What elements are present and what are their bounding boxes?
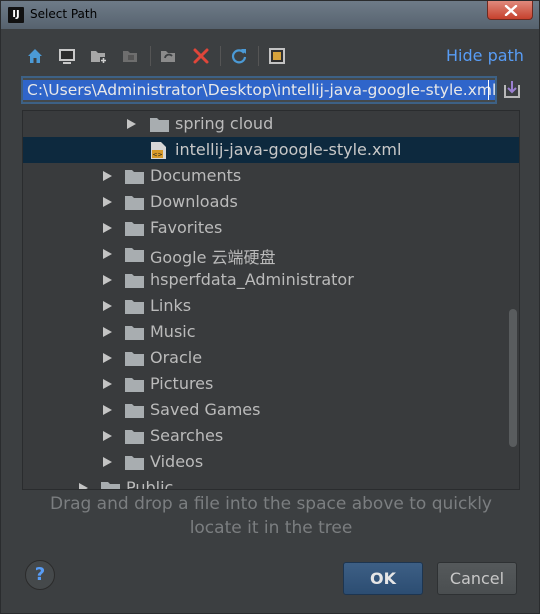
tree-item-label: Pictures <box>150 374 214 393</box>
tree-item-label: Oracle <box>150 348 203 367</box>
tree-item-label: Music <box>150 322 196 341</box>
tree-item-label: intellij-java-google-style.xml <box>175 140 402 159</box>
home-button[interactable] <box>23 43 47 69</box>
desktop-icon <box>59 49 75 64</box>
home-icon <box>28 49 42 63</box>
xml-file-icon: <> <box>151 142 166 159</box>
desktop-button[interactable] <box>55 43 79 69</box>
delete-button[interactable] <box>189 43 213 69</box>
expand-arrow-icon[interactable] <box>103 223 112 233</box>
tree-item-label: Searches <box>150 426 224 445</box>
window-title: Select Path <box>30 7 98 21</box>
folder-icon <box>125 352 144 366</box>
tree-row[interactable]: Documents <box>23 163 519 189</box>
svg-text:<>: <> <box>152 152 162 159</box>
tree-item-label: Links <box>150 296 192 315</box>
new-folder-button[interactable] <box>87 43 111 69</box>
tree-row[interactable]: Saved Games <box>23 397 519 423</box>
folder-icon <box>125 170 144 184</box>
show-hidden-icon <box>269 48 285 64</box>
folder-icon <box>125 248 144 262</box>
expand-arrow-icon[interactable] <box>103 379 112 389</box>
tree-row[interactable]: Pictures <box>23 371 519 397</box>
expand-arrow-icon[interactable] <box>103 249 112 259</box>
hint-line-1: Drag and drop a file into the space abov… <box>49 494 492 514</box>
toolbar-separator <box>220 46 221 66</box>
expand-arrow-icon[interactable] <box>79 483 88 489</box>
project-folder-button[interactable] <box>119 43 143 69</box>
expand-arrow-icon[interactable] <box>127 119 136 129</box>
intellij-app-icon: IJ <box>8 7 24 23</box>
path-input[interactable]: C:\Users\Administrator\Desktop\intellij-… <box>21 76 497 104</box>
expand-arrow-icon[interactable] <box>103 171 112 181</box>
refresh-icon <box>231 49 247 64</box>
tree-row[interactable]: Google 云端硬盘 <box>23 241 519 267</box>
file-tree[interactable]: spring cloud <> intellij-java-google-sty… <box>22 110 520 490</box>
folder-icon <box>125 326 144 340</box>
expand-arrow-icon[interactable] <box>103 275 112 285</box>
tree-row[interactable]: hsperfdata_Administrator <box>23 267 519 293</box>
text-caret <box>488 80 489 100</box>
delete-icon <box>193 48 209 64</box>
path-input-value: C:\Users\Administrator\Desktop\intellij-… <box>23 80 497 100</box>
select-path-dialog: IJ Select Path Hide path C:\Users\Admini… <box>0 0 540 614</box>
tree-row[interactable]: Favorites <box>23 215 519 241</box>
folder-refresh-button[interactable] <box>157 43 181 69</box>
tree-row[interactable]: Public <box>23 475 519 490</box>
folder-icon <box>125 274 144 288</box>
folder-icon <box>125 222 144 236</box>
expand-arrow-icon[interactable] <box>103 197 112 207</box>
folder-icon <box>125 404 144 418</box>
tree-item-label: hsperfdata_Administrator <box>150 270 354 289</box>
folder-refresh-icon <box>161 51 175 62</box>
drag-drop-hint: Drag and drop a file into the space abov… <box>1 492 540 540</box>
hint-line-2: locate it in the tree <box>189 518 353 538</box>
tree-item-label: Saved Games <box>150 400 261 419</box>
ok-button[interactable]: OK <box>343 562 423 595</box>
tree-item-label: Documents <box>150 166 242 185</box>
tree-row[interactable]: Searches <box>23 423 519 449</box>
folder-icon <box>125 300 144 314</box>
tree-scrollbar-thumb[interactable] <box>509 309 517 447</box>
tree-row[interactable]: Videos <box>23 449 519 475</box>
refresh-button[interactable] <box>227 43 251 69</box>
help-button[interactable]: ? <box>25 560 55 590</box>
expand-arrow-icon[interactable] <box>103 327 112 337</box>
title-bar: IJ Select Path <box>1 1 539 29</box>
expand-arrow-icon[interactable] <box>103 301 112 311</box>
toolbar-separator <box>150 46 151 66</box>
new-folder-icon <box>91 51 107 64</box>
folder-icon <box>125 456 144 470</box>
folder-icon <box>101 482 120 489</box>
tree-row[interactable]: Oracle <box>23 345 519 371</box>
project-folder-icon <box>123 51 137 62</box>
tree-item-label: Downloads <box>150 192 238 211</box>
path-history-button[interactable] <box>501 79 523 101</box>
tree-item-label: Favorites <box>150 218 223 237</box>
hide-path-link[interactable]: Hide path <box>446 46 524 65</box>
folder-icon <box>150 118 169 132</box>
cancel-button[interactable]: Cancel <box>437 562 517 595</box>
expand-arrow-icon[interactable] <box>103 353 112 363</box>
tree-item-label: Google 云端硬盘 <box>150 248 276 267</box>
tree-item-label: Videos <box>150 452 204 471</box>
folder-icon <box>125 196 144 210</box>
expand-arrow-icon[interactable] <box>103 405 112 415</box>
tree-row[interactable]: spring cloud <box>23 111 519 137</box>
close-button[interactable] <box>487 1 533 20</box>
tree-row[interactable]: Music <box>23 319 519 345</box>
folder-icon <box>125 430 144 444</box>
tree-item-label: spring cloud <box>175 114 274 133</box>
download-arrow-icon <box>504 81 520 98</box>
tree-row[interactable]: Links <box>23 293 519 319</box>
toolbar-separator <box>258 46 259 66</box>
show-hidden-button[interactable] <box>265 43 289 69</box>
tree-row-selected[interactable]: <> intellij-java-google-style.xml <box>23 137 519 163</box>
tree-item-label: Public <box>126 478 174 490</box>
tree-row[interactable]: Downloads <box>23 189 519 215</box>
folder-icon <box>125 378 144 392</box>
close-icon <box>504 5 518 16</box>
expand-arrow-icon[interactable] <box>103 457 112 467</box>
expand-arrow-icon[interactable] <box>103 431 112 441</box>
